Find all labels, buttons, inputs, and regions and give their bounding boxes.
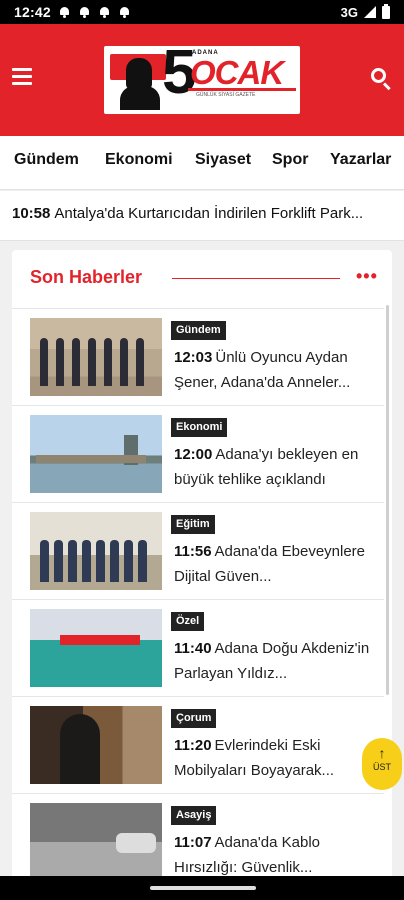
signal-icon: [364, 6, 376, 18]
news-text: 11:40 Adana Doğu Akdeniz'in Parlayan Yıld…: [174, 636, 374, 688]
portrait-body: [120, 86, 160, 110]
news-time: 11:40: [174, 640, 212, 657]
news-thumbnail: [30, 609, 162, 687]
news-item[interactable]: Özel 11:40 Adana Doğu Akdeniz'in Parlayan…: [12, 599, 384, 696]
news-thumbnail: [30, 803, 162, 881]
news-thumbnail: [30, 318, 162, 396]
news-time: 11:56: [174, 543, 212, 560]
bell-icon: [79, 6, 90, 18]
site-logo[interactable]: ADANA 5 OCAK GÜNLÜK SİYASİ GAZETE: [104, 46, 300, 114]
arrow-up-icon: ↑: [378, 745, 386, 761]
bell-icon: [59, 6, 70, 18]
hamburger-icon[interactable]: [12, 68, 34, 88]
news-thumbnail: [30, 512, 162, 590]
status-bar: 12:42 3G: [0, 0, 404, 24]
ellipsis-icon[interactable]: •••: [356, 266, 378, 287]
news-time: 12:03: [174, 349, 213, 366]
logo-slogan: GÜNLÜK SİYASİ GAZETE: [196, 92, 256, 98]
news-time: 11:20: [174, 737, 212, 754]
category-badge: Özel: [171, 612, 205, 631]
news-thumbnail: [30, 706, 162, 784]
news-item[interactable]: Ekonomi 12:00 Adana'yı bekleyen en büyük …: [12, 405, 384, 502]
category-badge: Çorum: [171, 709, 217, 728]
system-nav-bar: [0, 876, 404, 900]
latest-news-card: Son Haberler ••• Gündem 12:03 Ünlü Oyuncu…: [12, 250, 392, 900]
category-siyaset[interactable]: Siyaset: [195, 151, 251, 169]
network-type: 3G: [340, 4, 358, 20]
bell-icon: [99, 6, 110, 18]
category-badge: Asayiş: [171, 806, 217, 825]
news-text: 11:07 Adana'da Kablo Hırsızlığı: Güvenlik…: [174, 830, 374, 882]
news-text: 11:20 Evlerindeki Eski Mobilyaları Boyaya…: [174, 733, 374, 785]
category-spor[interactable]: Spor: [272, 151, 308, 169]
status-right: 3G: [340, 3, 390, 20]
category-gundem[interactable]: Gündem: [14, 151, 79, 169]
news-text: 12:00 Adana'yı bekleyen en büyük tehlike …: [174, 442, 374, 494]
news-list: Gündem 12:03 Ünlü Oyuncu Aydan Şener, Ada…: [12, 308, 392, 890]
app-screen: 12:42 3G ADANA 5 OCAK GÜNLÜK SİYASİ GAZE…: [0, 0, 404, 900]
ticker-text: Antalya'da Kurtarıcıdan İndirilen Forkli…: [54, 205, 364, 222]
news-time: 11:07: [174, 834, 212, 851]
news-item[interactable]: Çorum 11:20 Evlerindeki Eski Mobilyaları …: [12, 696, 384, 793]
app-header: ADANA 5 OCAK GÜNLÜK SİYASİ GAZETE: [0, 24, 404, 136]
scroll-top-label: ÜST: [373, 762, 391, 772]
scroll-top-button[interactable]: ↑ ÜST: [362, 738, 402, 790]
news-text: 11:56 Adana'da Ebeveynlere Dijital Güven.…: [174, 539, 374, 591]
scrollbar[interactable]: [386, 305, 389, 695]
status-time: 12:42: [14, 4, 51, 20]
news-thumbnail: [30, 415, 162, 493]
section-title: Son Haberler: [30, 267, 143, 287]
category-bar: Gündem Ekonomi Siyaset Spor Yazarlar: [0, 136, 404, 190]
logo-swoosh: [188, 88, 296, 91]
category-ekonomi[interactable]: Ekonomi: [105, 151, 173, 169]
news-time: 12:00: [174, 446, 213, 463]
category-yazarlar[interactable]: Yazarlar: [330, 151, 391, 169]
battery-icon: [382, 3, 390, 19]
news-item[interactable]: Eğitim 11:56 Adana'da Ebeveynlere Dijital…: [12, 502, 384, 599]
ticker-time: 10:58: [12, 205, 51, 222]
category-badge: Ekonomi: [171, 418, 228, 437]
news-item[interactable]: Gündem 12:03 Ünlü Oyuncu Aydan Şener, Ada…: [12, 308, 384, 405]
logo-name: OCAK: [190, 54, 284, 91]
notification-icons: [59, 6, 130, 18]
breaking-ticker[interactable]: 10:58 Antalya'da Kurtarıcıdan İndirilen F…: [0, 191, 404, 241]
category-badge: Gündem: [171, 321, 226, 340]
search-icon[interactable]: [369, 66, 393, 91]
news-text: 12:03 Ünlü Oyuncu Aydan Şener, Adana'da A…: [174, 345, 374, 397]
category-badge: Eğitim: [171, 515, 215, 534]
section-divider: [172, 278, 340, 279]
home-gesture-handle[interactable]: [150, 886, 256, 890]
bell-icon: [119, 6, 130, 18]
